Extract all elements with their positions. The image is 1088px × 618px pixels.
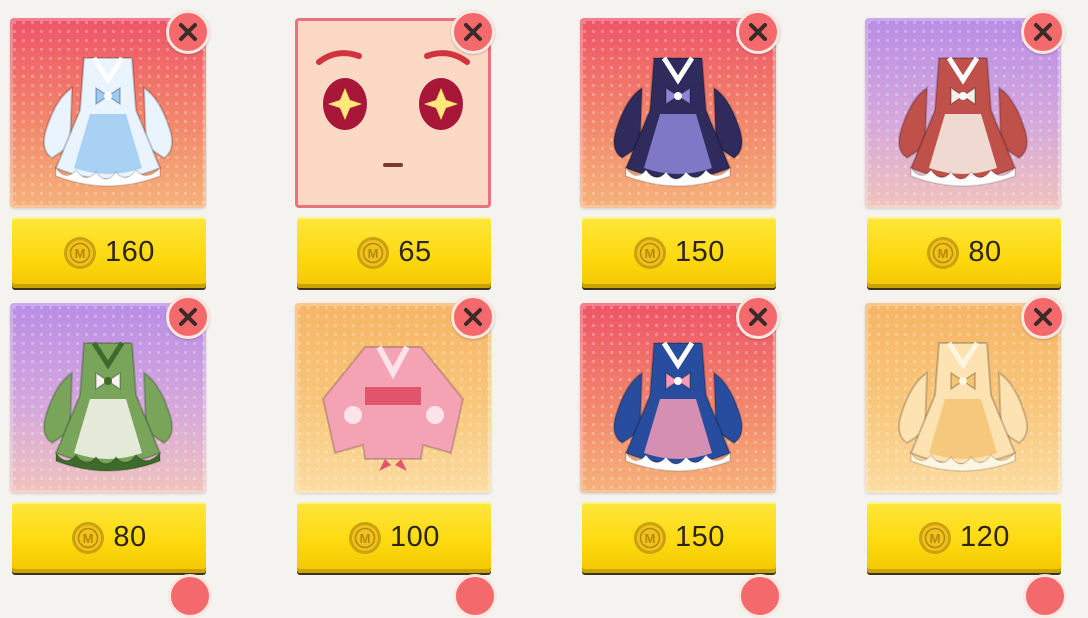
price-amount: 80: [113, 521, 147, 553]
svg-text:M: M: [75, 246, 86, 261]
price-button[interactable]: M 100: [297, 502, 491, 573]
remove-item-button[interactable]: [736, 10, 780, 54]
svg-text:M: M: [368, 246, 379, 261]
svg-text:M: M: [360, 531, 371, 546]
remove-item-button[interactable]: [736, 295, 780, 339]
close-button-partial[interactable]: [1023, 574, 1067, 618]
coin-icon: M: [927, 236, 960, 269]
svg-text:M: M: [83, 531, 94, 546]
coin-icon: M: [349, 521, 382, 554]
price-button[interactable]: M 80: [12, 502, 206, 573]
coin-icon: M: [919, 521, 952, 554]
price-amount: 100: [390, 521, 440, 553]
price-amount: 80: [968, 236, 1002, 268]
coin-icon: M: [634, 521, 667, 554]
outfit-art: [613, 341, 743, 472]
close-icon: [464, 23, 482, 41]
coin-icon: M: [634, 236, 667, 269]
close-icon: [179, 308, 197, 326]
close-icon: [1034, 308, 1052, 326]
remove-item-button[interactable]: [451, 10, 495, 54]
svg-text:M: M: [645, 531, 656, 546]
price-amount: 150: [675, 521, 725, 553]
svg-text:M: M: [930, 531, 941, 546]
remove-item-button[interactable]: [166, 295, 210, 339]
coin-icon: M: [72, 521, 105, 554]
close-icon: [464, 308, 482, 326]
outfit-art: [43, 341, 173, 472]
close-button-partial[interactable]: [168, 574, 212, 618]
outfit-art: [898, 56, 1028, 187]
coin-icon: M: [357, 236, 390, 269]
close-button-partial[interactable]: [738, 574, 782, 618]
remove-item-button[interactable]: [1021, 10, 1065, 54]
price-amount: 160: [105, 236, 155, 268]
outfit-art: [898, 341, 1028, 472]
close-icon: [749, 23, 767, 41]
price-button[interactable]: M 150: [582, 502, 776, 573]
remove-item-button[interactable]: [1021, 295, 1065, 339]
outfit-art: [321, 345, 465, 471]
price-button[interactable]: M 80: [867, 217, 1061, 288]
remove-item-button[interactable]: [451, 295, 495, 339]
close-icon: [749, 308, 767, 326]
svg-text:M: M: [938, 246, 949, 261]
price-amount: 65: [398, 236, 432, 268]
remove-item-button[interactable]: [166, 10, 210, 54]
outfit-art: [613, 56, 743, 187]
item-grid: M 160 M 65 M 150 M 80 M 80 M 100 M 150 M…: [0, 0, 1088, 586]
close-button-partial[interactable]: [453, 574, 497, 618]
coin-icon: M: [64, 236, 97, 269]
face-art: [316, 50, 470, 167]
outfit-art: [43, 56, 173, 187]
close-icon: [179, 23, 197, 41]
price-button[interactable]: M 160: [12, 217, 206, 288]
price-button[interactable]: M 150: [582, 217, 776, 288]
price-button[interactable]: M 65: [297, 217, 491, 288]
price-button[interactable]: M 120: [867, 502, 1061, 573]
price-amount: 120: [960, 521, 1010, 553]
close-icon: [1034, 23, 1052, 41]
svg-text:M: M: [645, 246, 656, 261]
price-amount: 150: [675, 236, 725, 268]
